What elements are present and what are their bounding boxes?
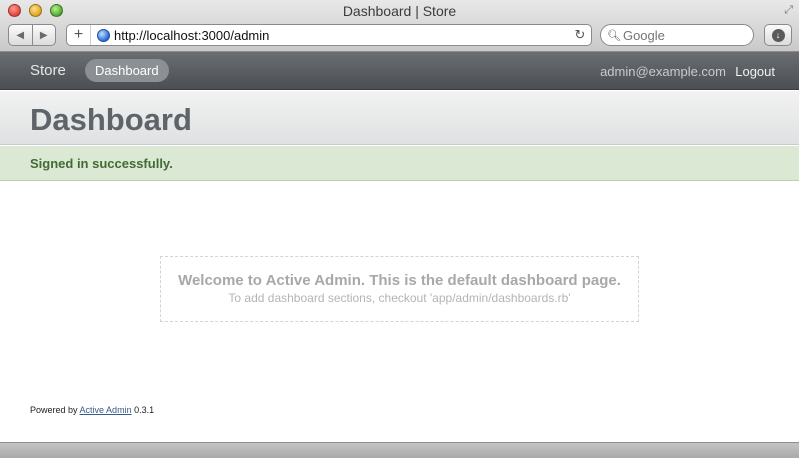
- status-bar: [0, 442, 799, 458]
- tab-dashboard[interactable]: Dashboard: [85, 59, 169, 82]
- page-title: Dashboard: [30, 102, 192, 137]
- active-admin-link[interactable]: Active Admin: [80, 405, 132, 415]
- back-button[interactable]: ◀: [9, 25, 32, 45]
- address-bar[interactable]: + http://localhost:3000/admin ↻: [66, 24, 592, 46]
- footer-version: 0.3.1: [134, 405, 155, 415]
- footer-prefix: Powered by: [30, 405, 78, 415]
- globe-icon: [97, 28, 110, 42]
- logout-link[interactable]: Logout: [735, 64, 775, 79]
- reload-button[interactable]: ↻: [569, 27, 591, 43]
- search-field[interactable]: 🔍︎: [600, 24, 754, 46]
- flash-notice: Signed in successfully.: [0, 146, 799, 181]
- flash-notice-text: Signed in successfully.: [30, 156, 173, 171]
- add-bookmark-button[interactable]: +: [67, 25, 91, 45]
- site-title[interactable]: Store: [30, 62, 66, 79]
- blank-slate-title: Welcome to Active Admin. This is the def…: [178, 272, 621, 289]
- download-icon: ↓: [771, 28, 785, 42]
- downloads-button[interactable]: ↓: [764, 24, 792, 46]
- title-bar: Dashboard: [0, 91, 799, 145]
- fullscreen-icon[interactable]: ⤢: [784, 4, 793, 17]
- window-title: Dashboard | Store: [342, 3, 457, 19]
- url-text[interactable]: http://localhost:3000/admin: [114, 28, 569, 43]
- forward-button[interactable]: ▶: [31, 25, 56, 45]
- blank-slate: Welcome to Active Admin. This is the def…: [160, 256, 639, 322]
- browser-chrome: Dashboard | Store ⤢ ◀ ▶ + http://localho…: [0, 0, 799, 52]
- history-nav: ◀ ▶: [8, 24, 56, 46]
- admin-header: Store Dashboard admin@example.com Logout: [0, 52, 799, 90]
- current-user-email[interactable]: admin@example.com: [600, 64, 726, 79]
- blank-slate-subtitle: To add dashboard sections, checkout 'app…: [228, 291, 571, 305]
- footer: Powered by Active Admin 0.3.1: [30, 405, 154, 415]
- search-icon: 🔍︎: [607, 29, 621, 42]
- search-input[interactable]: [622, 27, 743, 43]
